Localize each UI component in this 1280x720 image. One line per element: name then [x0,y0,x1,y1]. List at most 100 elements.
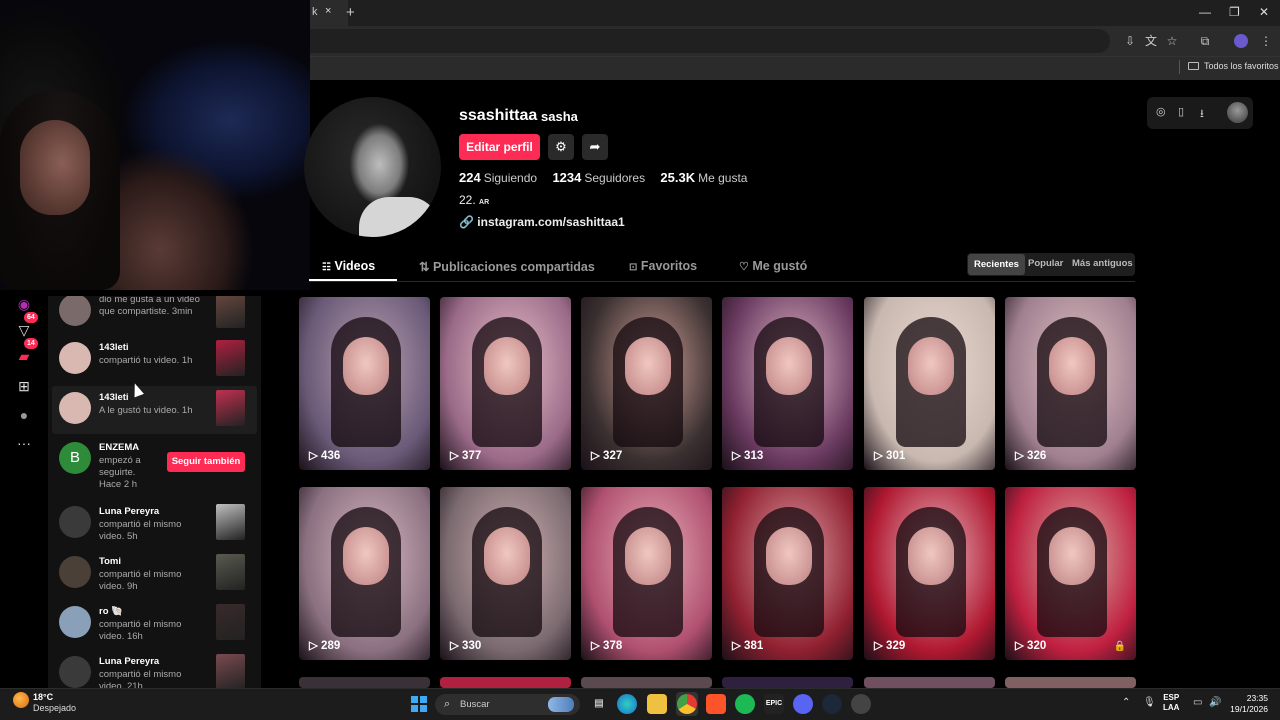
video-card-partial[interactable] [581,677,712,688]
video-card[interactable]: ▷ 289 [299,487,430,660]
video-card[interactable]: ▷ 377 [440,297,571,470]
notification-avatar[interactable] [59,606,91,638]
address-bar[interactable] [310,29,1110,53]
notification-avatar[interactable] [59,392,91,424]
coins-icon[interactable]: ◎ [1156,105,1166,118]
upload-icon[interactable]: ⊞ [12,374,36,398]
video-card[interactable]: ▷ 329 [864,487,995,660]
edit-profile-button[interactable]: Editar perfil [459,134,540,160]
video-card-partial[interactable] [864,677,995,688]
notification-avatar[interactable] [59,296,91,326]
extensions-icon[interactable]: ⧉ [1197,33,1213,49]
video-card-partial[interactable] [299,677,430,688]
tab-liked[interactable]: ♡ Me gustó [739,259,807,273]
network-icon[interactable]: ▭ [1193,697,1202,708]
video-card[interactable]: ▷ 313 [722,297,853,470]
weather-sun-icon[interactable] [13,692,29,708]
video-card-partial[interactable] [1005,677,1136,688]
notification-video-thumbnail[interactable] [216,504,245,540]
browser-tab[interactable]: k × [310,0,348,26]
notification-video-thumbnail[interactable] [216,554,245,590]
windows-start-icon[interactable] [411,696,427,712]
notification-video-thumbnail[interactable] [216,604,245,640]
volume-icon[interactable]: 🔊 [1209,697,1221,708]
tab-videos[interactable]: ☷ Videos [322,259,375,273]
all-bookmarks-folder[interactable]: Todos los favoritos [1188,61,1279,71]
notification-username[interactable]: Luna Pereyra [99,506,159,517]
keyboard-language[interactable]: ESP LAA [1163,693,1179,713]
followers-label[interactable]: Seguidores [584,171,645,185]
notification-item[interactable]: 143leti A le gustó tu video. 1h [48,386,261,438]
following-label[interactable]: Siguiendo [484,171,537,185]
notification-video-thumbnail[interactable] [216,340,245,376]
video-card-partial[interactable] [440,677,571,688]
mobile-icon[interactable]: ▯ [1178,105,1184,118]
notification-avatar[interactable] [59,506,91,538]
microphone-icon[interactable]: 🎙 [1143,697,1156,708]
notification-avatar[interactable] [59,556,91,588]
notification-item[interactable]: ro 🐚 compartió el mismo video. 16h [48,602,261,652]
messages-icon[interactable]: ▰ 14 [12,338,38,368]
notification-video-thumbnail[interactable] [216,654,245,688]
settings-gear-icon[interactable]: ⚙ [548,134,574,160]
user-avatar[interactable] [1227,102,1248,123]
brave-icon[interactable] [706,694,726,714]
notification-avatar[interactable]: B [59,442,91,474]
weather-condition[interactable]: Despejado [33,703,76,713]
spotify-icon[interactable] [735,694,755,714]
notification-username[interactable]: ENZEMA [99,442,139,453]
sort-recent-button[interactable]: Recientes [968,254,1025,275]
epic-games-icon[interactable]: EPIC [764,694,784,714]
obs-icon[interactable] [851,694,871,714]
profile-link-text[interactable]: instagram.com/sashittaa1 [477,215,624,229]
notification-item[interactable]: Luna Pereyra compartió el mismo video. 5h [48,502,261,552]
more-icon[interactable]: ··· [12,431,36,455]
edge-icon[interactable] [617,694,637,714]
notification-username[interactable]: ro 🐚 [99,606,123,617]
taskbar-search[interactable]: ⌕ Buscar [435,694,580,715]
discord-icon[interactable] [793,694,813,714]
notification-avatar[interactable] [59,656,91,688]
video-card-partial[interactable] [722,677,853,688]
weather-temperature[interactable]: 18°C [33,692,53,702]
minimize-window-button[interactable]: — [1199,5,1211,19]
close-window-button[interactable]: ✕ [1259,5,1269,19]
notification-item[interactable]: B ENZEMA empezó a seguirte. Hace 2 h Seguir t… [48,438,261,490]
install-app-icon[interactable]: ⇩ [1122,33,1138,49]
video-card[interactable]: ▷ 320 🔒 [1005,487,1136,660]
notification-item[interactable]: Luna Pereyra compartió el mismo video. 21h [48,652,261,688]
video-card[interactable]: ▷ 436 [299,297,430,470]
chrome-icon[interactable] [677,694,697,714]
tab-shared-posts[interactable]: ⇅ Publicaciones compartidas [419,259,595,274]
restore-window-button[interactable]: ❐ [1229,5,1240,19]
follow-back-button[interactable]: Seguir también [167,452,245,472]
tab-favorites[interactable]: ⊡ Favoritos [629,259,697,273]
avatar-nav-icon[interactable]: ● [12,403,36,427]
task-view-icon[interactable]: ▤ [589,694,609,714]
notification-username[interactable]: Tomi [99,556,121,567]
video-card[interactable]: ▷ 326 [1005,297,1136,470]
notification-video-thumbnail[interactable] [216,390,245,426]
notification-item[interactable]: 143leti compartió tu video. 1h [48,338,261,388]
notification-username[interactable]: Luna Pereyra [99,656,159,667]
video-card[interactable]: ▷ 381 [722,487,853,660]
video-card[interactable]: ▷ 327 [581,297,712,470]
notification-username[interactable]: 143leti [99,342,129,353]
share-icon[interactable]: ➦ [582,134,608,160]
profile-avatar[interactable] [304,97,441,237]
notification-avatar[interactable] [59,342,91,374]
file-explorer-icon[interactable] [647,694,667,714]
browser-profile-avatar[interactable] [1234,34,1248,48]
download-icon[interactable]: ⭳ [1200,105,1204,124]
translate-icon[interactable]: 文 [1143,33,1159,49]
profile-link[interactable]: 🔗 instagram.com/sashittaa1 [459,215,625,229]
notification-item[interactable]: Tomi compartió el mismo video. 9h [48,552,261,602]
browser-menu-icon[interactable]: ⋮ [1258,33,1274,49]
steam-icon[interactable] [822,694,842,714]
video-card[interactable]: ▷ 378 [581,487,712,660]
taskbar-clock[interactable]: 23:35 19/1/2026 [1228,693,1268,715]
notification-username[interactable]: 143leti [99,392,129,403]
tray-overflow-icon[interactable]: ⌃ [1122,697,1130,708]
notification-video-thumbnail[interactable] [216,296,245,328]
notification-item[interactable]: dio me gusta a un video que compartiste. … [48,296,261,340]
